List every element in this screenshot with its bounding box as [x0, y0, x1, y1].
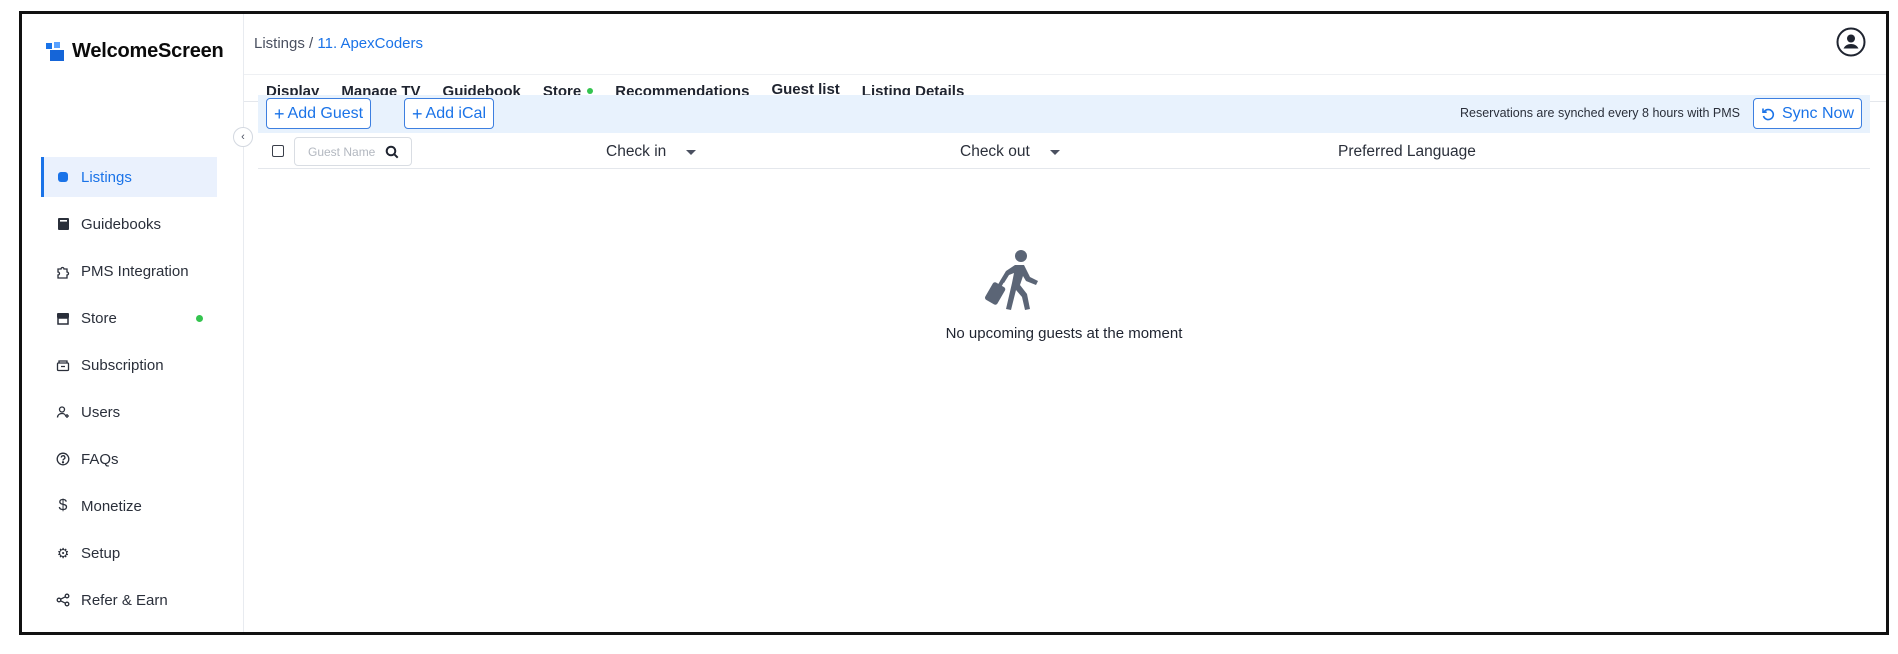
column-preferred-language: Preferred Language	[1338, 143, 1476, 161]
sidebar-item-label: Listings	[81, 168, 132, 186]
sidebar-item-monetize[interactable]: $ Monetize	[41, 486, 217, 526]
column-check-in[interactable]: Check in	[606, 143, 697, 161]
breadcrumb-separator: /	[304, 35, 318, 52]
brand-name: WelcomeScreen	[72, 40, 224, 62]
sidebar-item-label: Monetize	[81, 497, 142, 515]
sidebar-item-label: Refer & Earn	[81, 591, 168, 609]
app-window: WelcomeScreen Listings Guidebooks PMS In…	[19, 11, 1889, 635]
sidebar-nav: Listings Guidebooks PMS Integration Stor…	[41, 157, 217, 627]
sidebar-item-label: Subscription	[81, 356, 164, 374]
add-ical-button[interactable]: + Add iCal	[404, 98, 494, 129]
add-guest-button[interactable]: + Add Guest	[266, 98, 372, 129]
share-icon	[55, 593, 71, 607]
book-icon	[55, 217, 71, 231]
sync-note: Reservations are synched every 8 hours w…	[1460, 106, 1740, 120]
sidebar-item-subscription[interactable]: Subscription	[41, 345, 217, 385]
user-avatar-icon	[1836, 27, 1866, 57]
chevron-left-icon: ‹	[241, 131, 245, 143]
select-all-checkbox[interactable]	[272, 145, 284, 157]
sidebar-item-label: PMS Integration	[81, 262, 189, 280]
sidebar-item-label: Guidebooks	[81, 215, 162, 233]
sidebar-item-faqs[interactable]: FAQs	[41, 439, 217, 479]
sidebar-item-store[interactable]: Store	[41, 298, 217, 338]
column-check-out[interactable]: Check out	[960, 143, 1060, 161]
sort-caret-icon	[686, 149, 697, 155]
guest-name-search[interactable]	[294, 137, 412, 166]
guest-list-toolbar: + Add Guest + Add iCal Reservations are …	[258, 95, 1870, 133]
empty-state-message: No upcoming guests at the moment	[945, 325, 1183, 342]
column-label: Check in	[606, 143, 667, 160]
status-dot	[196, 314, 203, 322]
users-icon	[55, 405, 71, 419]
breadcrumb-current[interactable]: 11. ApexCoders	[317, 35, 423, 52]
store-icon	[55, 312, 71, 325]
sidebar-item-pms-integration[interactable]: PMS Integration	[41, 251, 217, 291]
dollar-icon: $	[58, 497, 68, 514]
sidebar-collapse-button[interactable]: ‹	[233, 127, 253, 147]
sidebar-item-guidebooks[interactable]: Guidebooks	[41, 204, 217, 244]
gear-icon: ⚙	[56, 544, 70, 561]
add-ical-label: Add iCal	[425, 104, 486, 122]
status-dot	[587, 88, 594, 94]
sidebar-item-setup[interactable]: ⚙ Setup	[41, 533, 217, 573]
sort-caret-icon	[1049, 149, 1060, 155]
listings-icon	[55, 171, 71, 183]
sidebar-item-label: Store	[81, 309, 117, 327]
add-guest-label: Add Guest	[287, 104, 364, 122]
question-icon	[55, 452, 71, 466]
puzzle-icon	[55, 264, 71, 279]
plus-icon: +	[412, 103, 423, 124]
sidebar-item-label: Users	[81, 403, 121, 421]
search-icon	[385, 145, 399, 158]
plus-icon: +	[274, 103, 285, 124]
sidebar: WelcomeScreen Listings Guidebooks PMS In…	[22, 14, 244, 632]
guest-name-search-input[interactable]	[308, 144, 378, 159]
guest-table-header: Check in Check out Preferred Language	[258, 133, 1870, 169]
logo[interactable]: WelcomeScreen	[46, 40, 224, 63]
sidebar-item-users[interactable]: Users	[41, 392, 217, 432]
sync-now-label: Sync Now	[1781, 104, 1854, 122]
traveler-with-luggage-icon	[984, 250, 1038, 310]
sidebar-item-label: Setup	[81, 544, 121, 562]
sync-now-button[interactable]: Sync Now	[1752, 98, 1862, 129]
breadcrumb-root[interactable]: Listings	[254, 35, 305, 52]
column-label: Preferred Language	[1338, 143, 1476, 160]
user-avatar-button[interactable]	[1836, 27, 1866, 57]
sidebar-item-label: FAQs	[81, 450, 119, 468]
sync-icon	[1762, 108, 1775, 120]
subscription-icon	[55, 358, 71, 372]
brand-logo-icon	[46, 41, 66, 62]
sidebar-item-listings[interactable]: Listings	[41, 157, 217, 197]
column-label: Check out	[960, 143, 1030, 160]
breadcrumb: Listings / 11. ApexCoders	[254, 35, 423, 52]
sidebar-item-refer-earn[interactable]: Refer & Earn	[41, 580, 217, 620]
